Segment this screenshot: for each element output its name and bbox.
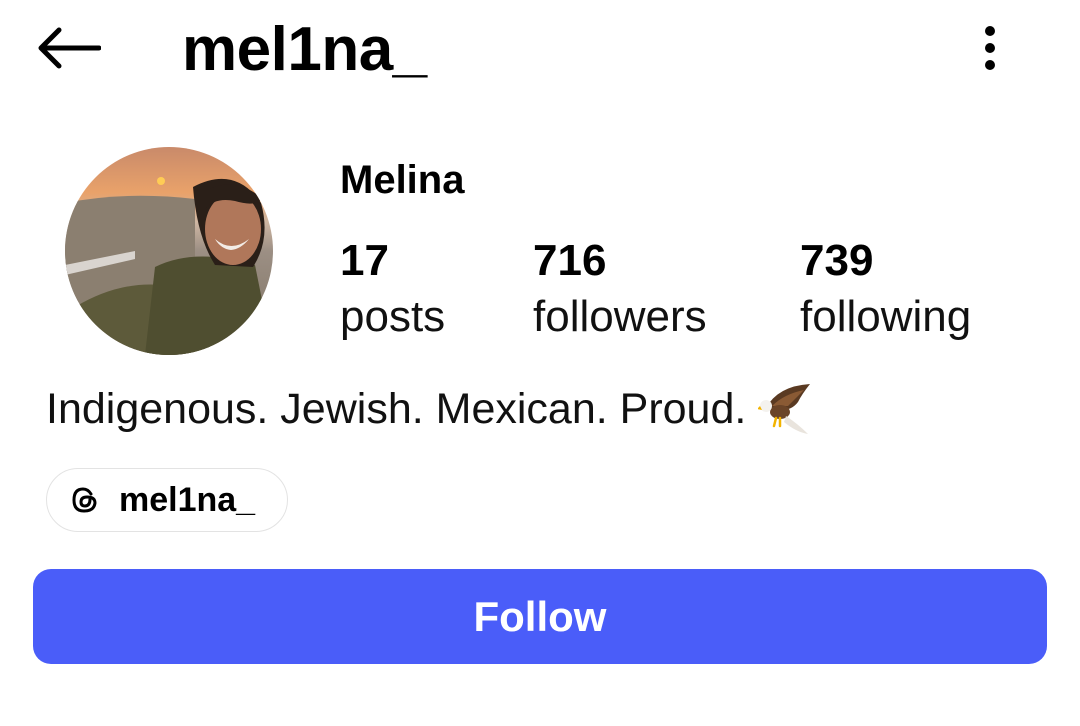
stat-label: posts: [340, 292, 446, 341]
threads-icon: [69, 484, 101, 516]
profile-page: mel1na_ Melina 17 posts 716 followers 73…: [0, 0, 1080, 726]
eagle-emoji: [758, 384, 811, 434]
more-vertical-icon: [985, 26, 995, 70]
stat-following[interactable]: 739 following: [800, 234, 971, 346]
follow-button[interactable]: Follow: [33, 569, 1047, 664]
bio-text: Indigenous. Jewish. Mexican. Proud.: [46, 385, 747, 433]
follow-label: Follow: [473, 592, 607, 640]
profile-photo: [65, 147, 273, 355]
stat-followers[interactable]: 716 followers: [533, 234, 707, 346]
more-options-button[interactable]: [968, 18, 1012, 78]
stat-value: 739: [800, 236, 874, 285]
stat-value: 716: [533, 236, 607, 285]
stat-label: followers: [533, 292, 707, 341]
stat-posts[interactable]: 17 posts: [340, 234, 445, 346]
page-title: mel1na_: [182, 15, 427, 84]
stat-value: 17: [340, 236, 389, 285]
avatar[interactable]: [65, 147, 273, 355]
bio: Indigenous. Jewish. Mexican. Proud.: [46, 380, 816, 438]
threads-label: mel1na_: [119, 481, 256, 519]
arrow-left-icon: [38, 27, 101, 69]
threads-link-button[interactable]: mel1na_: [46, 468, 289, 532]
stat-label: following: [800, 292, 972, 341]
back-button[interactable]: [30, 18, 106, 78]
display-name: Melina: [340, 158, 465, 202]
top-bar: mel1na_: [0, 0, 1080, 110]
